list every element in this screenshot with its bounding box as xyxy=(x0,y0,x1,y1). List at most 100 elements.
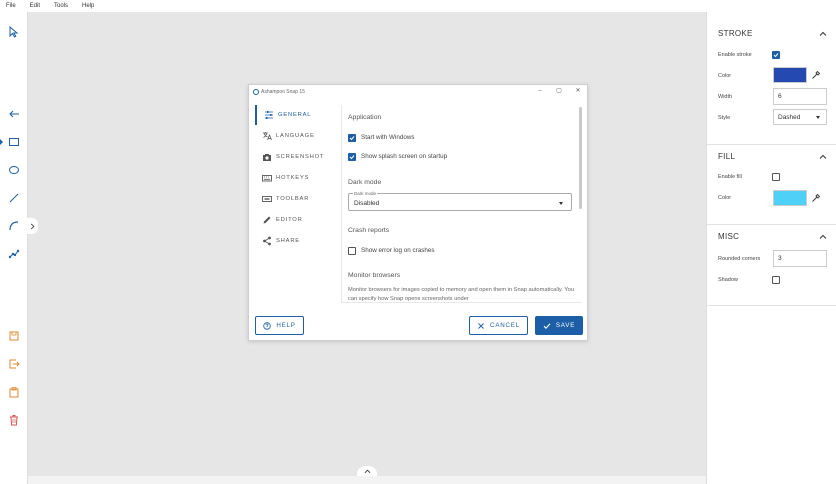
dark-mode-heading: Dark mode xyxy=(348,179,382,186)
share-icon xyxy=(263,236,271,246)
clipboard-icon xyxy=(9,387,19,398)
rectangle-icon xyxy=(9,138,19,146)
nav-hotkeys[interactable]: HOTKEYS xyxy=(255,168,339,188)
menu-file[interactable]: File xyxy=(6,3,16,9)
cancel-button[interactable]: CANCEL xyxy=(469,316,528,335)
save-icon xyxy=(9,331,19,341)
enable-fill-checkbox[interactable] xyxy=(772,173,780,181)
menu-bar: File Edit Tools Help xyxy=(0,0,836,12)
stroke-color-swatch[interactable] xyxy=(773,67,807,83)
polyline-icon xyxy=(8,249,20,259)
maximize-icon[interactable]: ▢ xyxy=(555,87,563,95)
shadow-label: Shadow xyxy=(718,277,738,283)
dropdown-arrow-icon xyxy=(559,202,563,205)
monitor-browsers-description: Monitor browsers for images copied to me… xyxy=(348,287,574,302)
rectangle-tool[interactable] xyxy=(0,134,22,150)
nav-language[interactable]: LANGUAGE xyxy=(255,126,339,146)
start-with-windows-checkbox[interactable] xyxy=(348,134,356,142)
save-tool[interactable] xyxy=(6,328,22,344)
nav-toolbar[interactable]: TOOLBAR xyxy=(255,189,339,209)
select-tool[interactable] xyxy=(6,24,22,40)
menu-edit[interactable]: Edit xyxy=(30,3,40,9)
camera-icon xyxy=(263,154,271,161)
chevron-up-icon[interactable] xyxy=(819,30,827,38)
cursor-icon xyxy=(9,26,19,38)
enable-stroke-checkbox[interactable] xyxy=(772,51,780,59)
line-tool[interactable] xyxy=(6,190,22,206)
chevron-up-icon xyxy=(364,469,370,473)
export-tool[interactable] xyxy=(6,356,22,372)
dropdown-arrow-icon xyxy=(816,116,820,119)
chevron-up-icon[interactable] xyxy=(819,153,827,161)
crash-reports-heading: Crash reports xyxy=(348,227,390,234)
shadow-checkbox[interactable] xyxy=(772,276,780,284)
dark-mode-value: Disabled xyxy=(354,200,380,207)
dark-mode-select[interactable]: Dark mode Disabled xyxy=(348,191,572,211)
toolbar-icon xyxy=(262,196,272,202)
fill-color-swatch[interactable] xyxy=(773,190,807,206)
style-value: Dashed xyxy=(778,114,801,121)
cancel-button-label: CANCEL xyxy=(490,322,520,329)
stroke-section: STROKE Enable stroke Color Width 6 Style… xyxy=(707,12,836,145)
chevron-up-icon[interactable] xyxy=(819,233,827,241)
show-splash-checkbox[interactable] xyxy=(348,153,356,161)
show-error-log-checkbox[interactable] xyxy=(348,247,356,255)
enable-fill-label: Enable fill xyxy=(718,174,742,180)
chevron-right-icon xyxy=(30,223,34,229)
close-icon[interactable]: ✕ xyxy=(574,87,582,95)
save-button[interactable]: SAVE xyxy=(535,316,583,335)
monitor-browsers-heading: Monitor browsers xyxy=(348,272,401,279)
rounded-corners-input[interactable]: 3 xyxy=(773,250,827,267)
dialog-title: Ashampoo Snap 15 xyxy=(261,89,305,95)
polyline-tool[interactable] xyxy=(6,246,22,262)
trash-icon xyxy=(10,415,18,426)
nav-language-label: LANGUAGE xyxy=(276,133,315,139)
nav-general-label: GENERAL xyxy=(278,112,312,118)
help-button[interactable]: HELP xyxy=(255,316,304,335)
help-icon xyxy=(263,321,272,330)
general-settings-content[interactable]: Application Start with Windows Show spla… xyxy=(341,105,582,303)
menu-tools[interactable]: Tools xyxy=(54,3,68,9)
width-input[interactable]: 6 xyxy=(773,88,827,105)
width-label: Width xyxy=(718,94,733,100)
expand-bottom-button[interactable] xyxy=(357,466,377,476)
nav-share[interactable]: SHARE xyxy=(255,231,339,251)
menu-help[interactable]: Help xyxy=(82,3,94,9)
rounded-corners-label: Rounded corners xyxy=(718,256,761,262)
eyedropper-icon[interactable] xyxy=(811,193,821,203)
nav-editor[interactable]: EDITOR xyxy=(255,210,339,230)
check-icon xyxy=(349,155,355,160)
eyedropper-icon[interactable] xyxy=(811,70,821,80)
arrow-left-icon xyxy=(9,110,19,118)
save-button-label: SAVE xyxy=(555,322,576,329)
check-icon xyxy=(773,53,779,58)
expand-toolbar-button[interactable] xyxy=(26,218,38,234)
bottom-strip xyxy=(28,476,706,484)
close-icon xyxy=(478,322,484,329)
show-error-log-label: Show error log on crashes xyxy=(361,247,435,254)
fill-color-label: Color xyxy=(718,195,732,201)
settings-dialog: Ashampoo Snap 15 – ▢ ✕ GENERAL LANGUAGE … xyxy=(248,84,588,341)
keyboard-icon xyxy=(262,175,272,182)
app-logo-icon xyxy=(253,89,259,95)
copy-tool[interactable] xyxy=(6,384,22,400)
nav-general[interactable]: GENERAL xyxy=(255,105,339,125)
dark-mode-legend: Dark mode xyxy=(353,191,378,196)
nav-screenshot-label: SCREENSHOT xyxy=(276,154,325,160)
style-select[interactable]: Dashed xyxy=(773,109,827,125)
delete-tool[interactable] xyxy=(6,412,22,428)
ellipse-icon xyxy=(9,166,19,174)
misc-section: MISC Rounded corners 3 Shadow xyxy=(707,225,836,306)
nav-editor-label: EDITOR xyxy=(276,217,303,223)
content-scrollbar[interactable] xyxy=(579,107,582,209)
sliders-icon xyxy=(265,111,273,119)
start-with-windows-label: Start with Windows xyxy=(361,134,415,141)
nav-screenshot[interactable]: SCREENSHOT xyxy=(255,147,339,167)
application-heading: Application xyxy=(348,114,382,121)
undo-tool[interactable] xyxy=(6,106,22,122)
ellipse-tool[interactable] xyxy=(6,162,22,178)
nav-toolbar-label: TOOLBAR xyxy=(276,196,310,202)
curve-tool[interactable] xyxy=(6,218,22,234)
stroke-color-label: Color xyxy=(718,73,732,79)
minimize-icon[interactable]: – xyxy=(536,87,544,95)
